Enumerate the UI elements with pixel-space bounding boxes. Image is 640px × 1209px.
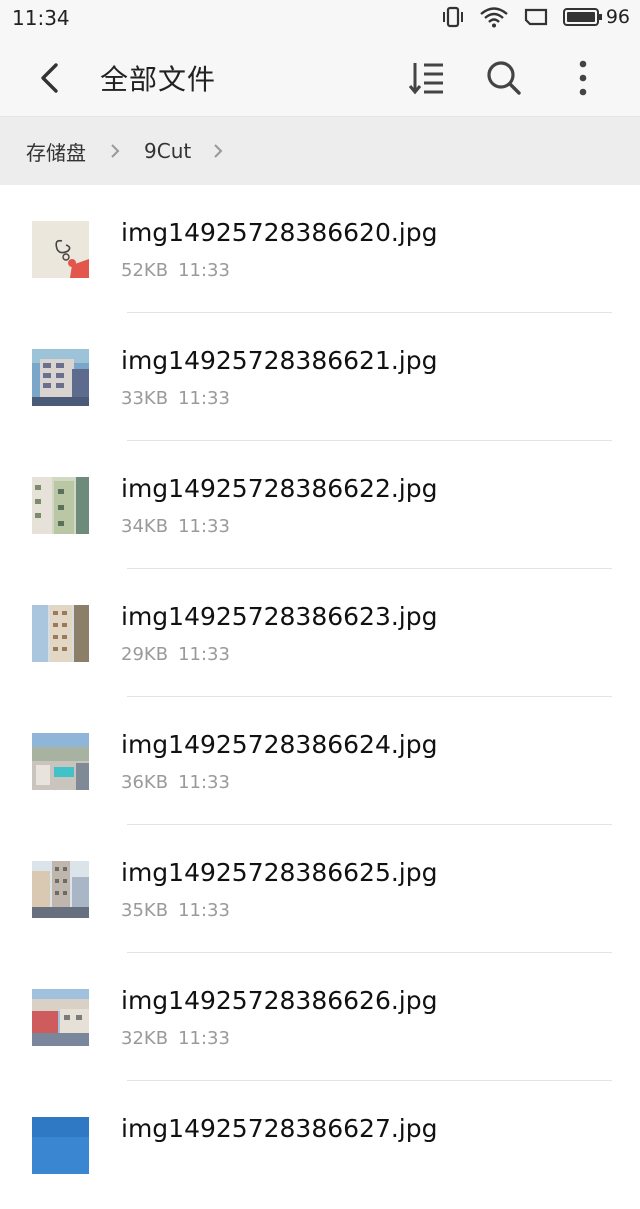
file-row[interactable]: img14925728386624.jpg 36KB 11:33: [0, 697, 640, 825]
file-row[interactable]: img14925728386621.jpg 33KB 11:33: [0, 313, 640, 441]
status-icons: 96: [441, 6, 630, 28]
file-size: 32KB: [121, 1028, 169, 1049]
file-meta: 52KB 11:33: [121, 260, 230, 281]
page-title: 全部文件: [100, 63, 217, 96]
breadcrumb-item-storage[interactable]: 存储盘: [26, 137, 86, 166]
file-time: 11:33: [178, 1028, 230, 1049]
image-thumbnail: [32, 605, 89, 662]
image-thumbnail: [32, 733, 89, 790]
file-time: 11:33: [178, 516, 230, 537]
file-row[interactable]: img14925728386625.jpg 35KB 11:33: [0, 825, 640, 953]
status-bar: 11:34 96: [0, 0, 640, 40]
file-time: 11:33: [178, 388, 230, 409]
file-meta: 34KB 11:33: [121, 516, 230, 537]
file-size: 35KB: [121, 900, 169, 921]
image-thumbnail: [32, 349, 89, 406]
file-name: img14925728386627.jpg: [121, 1114, 438, 1143]
file-row[interactable]: img14925728386627.jpg: [0, 1081, 640, 1209]
file-size: 36KB: [121, 772, 169, 793]
chevron-right-icon: [213, 143, 223, 159]
screen-icon: [523, 6, 549, 28]
back-arrow-icon: [41, 63, 58, 93]
file-row[interactable]: img14925728386622.jpg 34KB 11:33: [0, 441, 640, 569]
file-size: 52KB: [121, 260, 169, 281]
file-size: 29KB: [121, 644, 169, 665]
file-meta: 36KB 11:33: [121, 772, 230, 793]
file-list: img14925728386620.jpg 52KB 11:33 img14925…: [0, 185, 640, 1209]
file-meta: [121, 1156, 131, 1177]
file-size: 33KB: [121, 388, 169, 409]
image-thumbnail: [32, 989, 89, 1046]
file-meta: 35KB 11:33: [121, 900, 230, 921]
breadcrumb-item-9cut[interactable]: 9Cut: [144, 139, 191, 163]
status-time: 11:34: [12, 6, 70, 30]
app-bar: 全部文件: [0, 40, 640, 117]
file-size: 34KB: [121, 516, 169, 537]
search-button[interactable]: [482, 56, 526, 100]
file-time: 11:33: [178, 900, 230, 921]
file-row[interactable]: img14925728386623.jpg 29KB 11:33: [0, 569, 640, 697]
file-name: img14925728386623.jpg: [121, 602, 438, 631]
file-time: 11:33: [178, 260, 230, 281]
sort-button[interactable]: [405, 56, 449, 100]
file-name: img14925728386624.jpg: [121, 730, 438, 759]
file-meta: 33KB 11:33: [121, 388, 230, 409]
file-time: 11:33: [178, 772, 230, 793]
more-vertical-icon: [579, 60, 587, 96]
image-thumbnail: [32, 861, 89, 918]
battery-level: 96: [605, 6, 630, 28]
file-name: img14925728386625.jpg: [121, 858, 438, 887]
file-row[interactable]: img14925728386620.jpg 52KB 11:33: [0, 185, 640, 313]
image-thumbnail: [32, 1117, 89, 1174]
back-button[interactable]: [30, 58, 70, 98]
vibrate-icon: [441, 6, 465, 28]
file-name: img14925728386626.jpg: [121, 986, 438, 1015]
battery-indicator: 96: [562, 6, 630, 28]
breadcrumb: 存储盘 9Cut: [0, 117, 640, 185]
search-icon: [487, 61, 521, 95]
wifi-icon: [479, 6, 509, 28]
file-name: img14925728386620.jpg: [121, 218, 438, 247]
file-meta: 32KB 11:33: [121, 1028, 230, 1049]
sort-icon: [408, 63, 443, 95]
more-options-button[interactable]: [561, 56, 605, 100]
image-thumbnail: [32, 221, 89, 278]
file-meta: 29KB 11:33: [121, 644, 230, 665]
file-row[interactable]: img14925728386626.jpg 32KB 11:33: [0, 953, 640, 1081]
file-name: img14925728386621.jpg: [121, 346, 438, 375]
chevron-right-icon: [110, 143, 120, 159]
file-time: 11:33: [178, 644, 230, 665]
file-name: img14925728386622.jpg: [121, 474, 438, 503]
image-thumbnail: [32, 477, 89, 534]
battery-icon: [562, 8, 602, 26]
